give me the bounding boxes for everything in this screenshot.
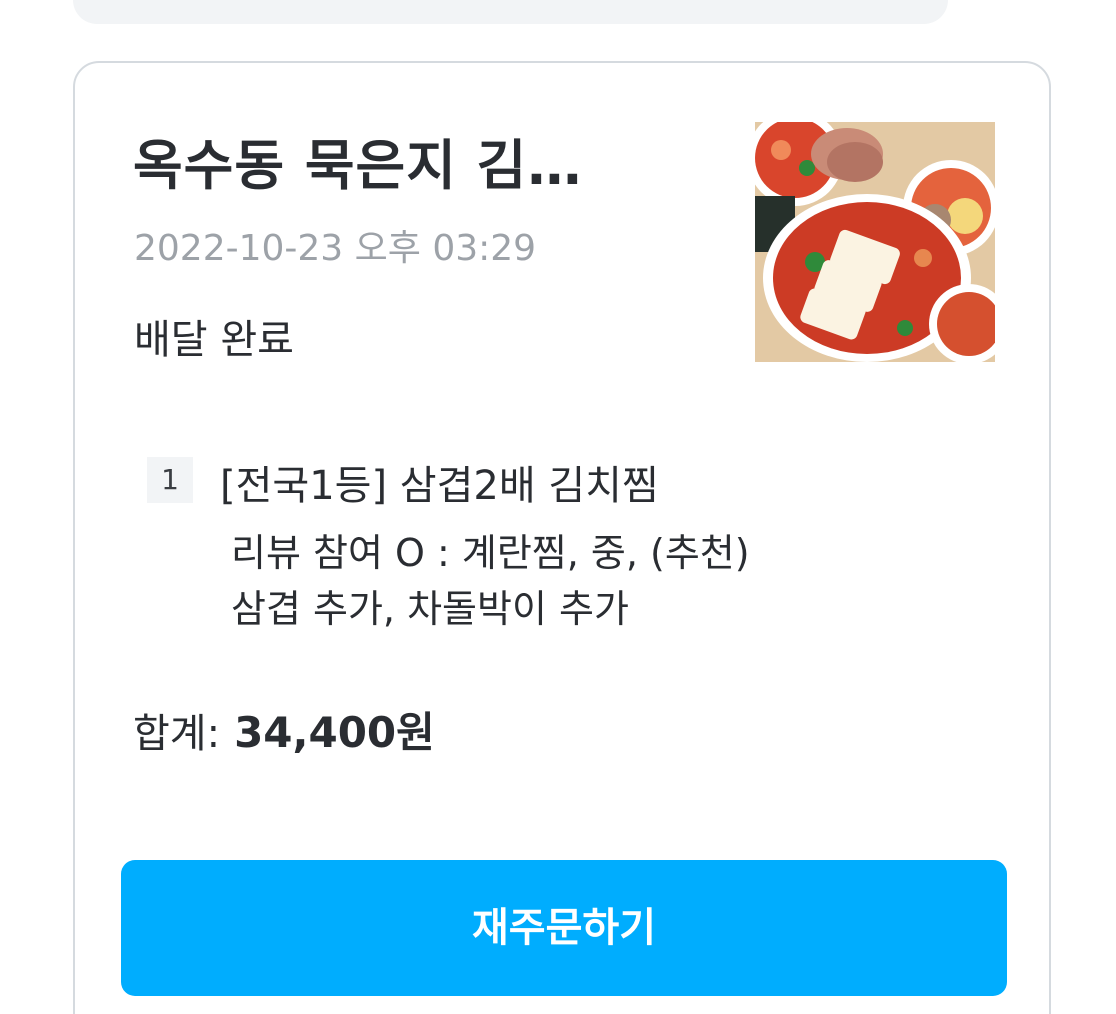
order-status: 배달 완료 — [134, 317, 294, 363]
item-name: [전국1등] 삼겹2배 김치찜 — [220, 463, 659, 509]
order-datetime: 2022-10-23 오후 03:29 — [134, 228, 537, 269]
quantity-badge: 1 — [147, 457, 193, 503]
order-total: 합계: 34,400원 — [133, 699, 435, 760]
item-options: 리뷰 참여 O : 계란찜, 중, (추천) 삼겹 추가, 차돌박이 추가 — [231, 525, 750, 637]
order-history-page: 옥수동 묵은지 김… 2022-10-23 오후 03:29 배달 완료 1 [… — [0, 0, 1116, 1014]
item-options-line: 삼겹 추가, 차돌박이 추가 — [231, 587, 629, 631]
previous-order-card[interactable] — [73, 0, 948, 24]
order-card: 옥수동 묵은지 김… 2022-10-23 오후 03:29 배달 완료 1 [… — [73, 61, 1051, 1014]
store-food-thumbnail[interactable] — [755, 122, 995, 362]
item-options-line: 리뷰 참여 O : 계란찜, 중, (추천) — [231, 531, 750, 575]
kimchi-jjim-photo — [755, 122, 995, 362]
total-amount: 34,400원 — [234, 708, 435, 757]
store-name[interactable]: 옥수동 묵은지 김… — [133, 121, 673, 200]
reorder-button[interactable]: 재주문하기 — [121, 860, 1007, 996]
total-label: 합계: — [133, 711, 221, 757]
